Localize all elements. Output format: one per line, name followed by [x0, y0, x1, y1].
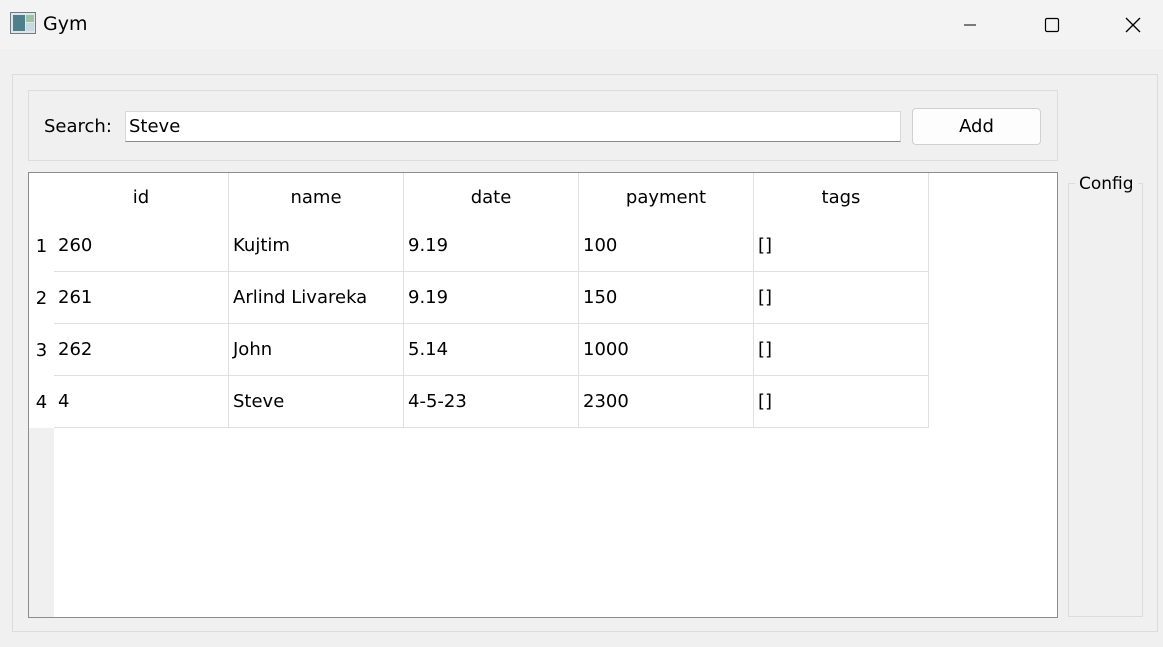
table-cell[interactable]: 9.19 — [404, 220, 579, 272]
app-icon — [10, 12, 36, 34]
row-header[interactable]: 2 — [29, 272, 54, 324]
row-header[interactable]: 3 — [29, 324, 54, 376]
row-header[interactable]: 1 — [29, 220, 54, 272]
search-label: Search: — [44, 116, 112, 137]
window-title: Gym — [43, 13, 88, 35]
table-cell[interactable]: [] — [754, 324, 929, 376]
table-cell[interactable]: 1000 — [579, 324, 754, 376]
search-input[interactable] — [125, 111, 901, 142]
config-label: Config — [1075, 174, 1138, 194]
column-header-name[interactable]: name — [229, 173, 404, 220]
table-cell[interactable]: 4-5-23 — [404, 376, 579, 428]
table-cell[interactable]: Steve — [229, 376, 404, 428]
data-table[interactable]: id name date payment tags 1 260 Kujtim 9… — [28, 172, 1058, 618]
maximize-icon — [1044, 17, 1060, 33]
table-cell[interactable]: 150 — [579, 272, 754, 324]
table-cell[interactable]: [] — [754, 272, 929, 324]
column-header-payment[interactable]: payment — [579, 173, 754, 220]
title-bar: Gym — [0, 0, 1163, 49]
add-button[interactable]: Add — [912, 108, 1041, 145]
close-button[interactable] — [1093, 0, 1163, 49]
table-cell[interactable]: 260 — [54, 220, 229, 272]
close-icon — [1124, 16, 1142, 34]
table-cell[interactable]: [] — [754, 220, 929, 272]
table-cell[interactable]: 100 — [579, 220, 754, 272]
maximize-button[interactable] — [1012, 0, 1092, 49]
table-corner — [29, 173, 54, 220]
column-header-id[interactable]: id — [54, 173, 229, 220]
row-header[interactable]: 4 — [29, 376, 54, 428]
table-cell[interactable]: 261 — [54, 272, 229, 324]
column-header-tags[interactable]: tags — [754, 173, 929, 220]
table-cell[interactable]: 5.14 — [404, 324, 579, 376]
table-cell[interactable]: 2300 — [579, 376, 754, 428]
table-cell[interactable]: 262 — [54, 324, 229, 376]
config-group — [1068, 183, 1143, 617]
table-cell[interactable]: Arlind Livareka — [229, 272, 404, 324]
minimize-button[interactable] — [930, 0, 1010, 49]
column-header-date[interactable]: date — [404, 173, 579, 220]
table-cell[interactable]: John — [229, 324, 404, 376]
minimize-icon — [962, 17, 978, 33]
table-cell[interactable]: Kujtim — [229, 220, 404, 272]
table-cell[interactable]: [] — [754, 376, 929, 428]
table-cell[interactable]: 4 — [54, 376, 229, 428]
table-cell[interactable]: 9.19 — [404, 272, 579, 324]
